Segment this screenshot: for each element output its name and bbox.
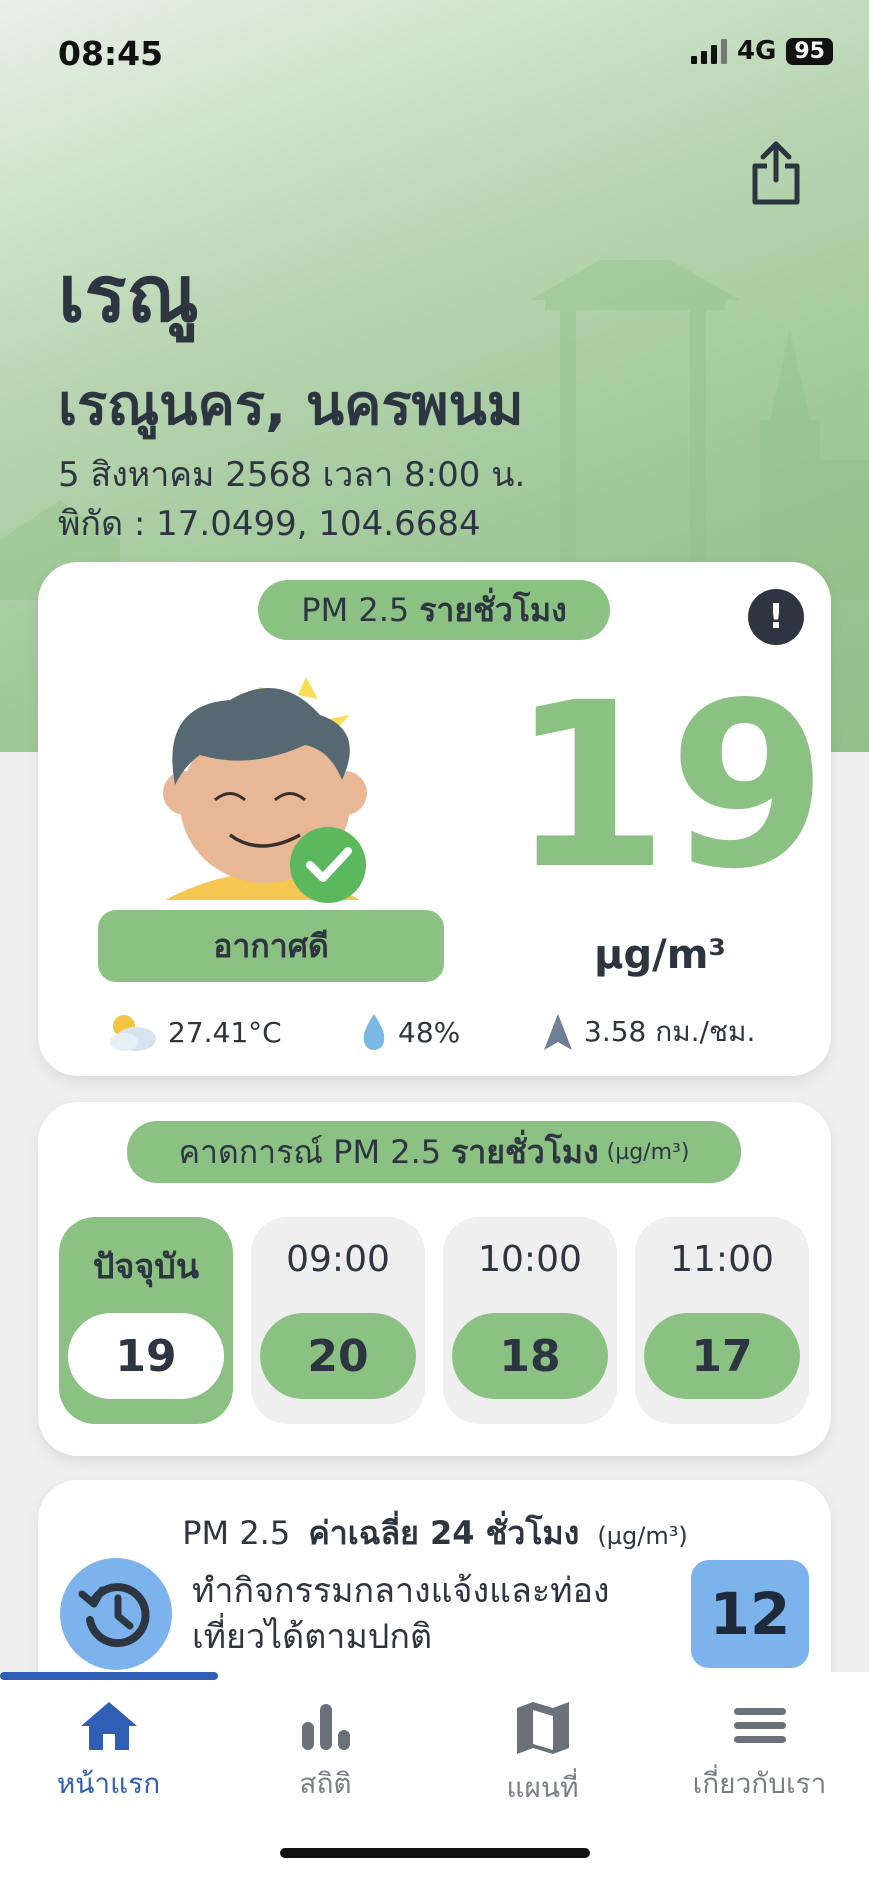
- menu-icon: [733, 1708, 786, 1743]
- forecast-pill-unit: (µg/m³): [606, 1139, 690, 1165]
- forecast-item-1000: 10:00 18: [443, 1217, 617, 1424]
- forecast-value: 17: [644, 1313, 800, 1399]
- tab-map[interactable]: แผนที่: [434, 1700, 651, 1804]
- status-bar: 08:45 4G 95: [0, 0, 869, 110]
- tab-label: แผนที่: [506, 1771, 579, 1804]
- pm-unit: µg/m³: [594, 932, 726, 978]
- forecast-time: ปัจจุบัน: [92, 1247, 200, 1287]
- info-button[interactable]: !: [748, 589, 804, 645]
- home-icon: [80, 1702, 137, 1750]
- status-time: 08:45: [58, 34, 164, 73]
- advice-line-1: ทำกิจกรรมกลางแจ้งและท่อง: [192, 1571, 610, 1611]
- forecast-value: 19: [68, 1313, 224, 1399]
- location-title: เรณู: [58, 250, 199, 340]
- date-time: 5 สิงหาคม 2568 เวลา 8:00 น.: [58, 455, 526, 495]
- average-title-prefix: PM 2.5: [182, 1514, 291, 1552]
- home-indicator: [280, 1848, 590, 1858]
- tab-about[interactable]: เกี่ยวกับเรา: [651, 1700, 868, 1800]
- forecast-item-now: ปัจจุบัน 19: [59, 1217, 233, 1424]
- map-icon: [516, 1702, 569, 1754]
- coordinates: พิกัด : 17.0499, 104.6684: [58, 504, 481, 544]
- average-title-unit: (µg/m³): [597, 1522, 688, 1550]
- forecast-pill: คาดการณ์ PM 2.5 รายชั่วโมง (µg/m³): [127, 1121, 741, 1183]
- battery-icon: 95: [786, 37, 833, 65]
- share-button[interactable]: [750, 140, 802, 206]
- water-drop-icon: [363, 1014, 385, 1050]
- wind-direction-icon: [544, 1014, 572, 1050]
- tab-home[interactable]: หน้าแรก: [0, 1700, 217, 1800]
- forecast-item-1100: 11:00 17: [635, 1217, 809, 1424]
- current-pm-pill-prefix: PM 2.5: [301, 591, 410, 629]
- temperature-value: 27.41°C: [168, 1015, 282, 1049]
- wind-item: 3.58 กม./ชม.: [542, 1010, 755, 1054]
- tab-statistics[interactable]: สถิติ: [217, 1700, 434, 1800]
- forecast-time: 10:00: [478, 1239, 582, 1280]
- partly-cloudy-icon: [110, 1015, 156, 1051]
- temperature-item: 27.41°C: [104, 1010, 282, 1054]
- average-title-bold: ค่าเฉลี่ย 24 ชั่วโมง: [308, 1514, 580, 1552]
- tab-label: เกี่ยวกับเรา: [692, 1767, 827, 1800]
- bar-chart-icon: [301, 1704, 350, 1750]
- advice-text: ทำกิจกรรมกลางแจ้งและท่อง เที่ยวได้ตามปกต…: [192, 1568, 672, 1660]
- pm-value: 19: [510, 653, 828, 919]
- share-icon: [752, 141, 800, 205]
- active-tab-indicator: [0, 1672, 218, 1680]
- air-quality-status: อากาศดี: [98, 910, 444, 982]
- status-indicators: 4G 95: [690, 36, 833, 66]
- location-subtitle: เรณูนคร, นครพนม: [58, 373, 524, 438]
- forecast-time: 11:00: [670, 1239, 774, 1280]
- forecast-item-0900: 09:00 20: [251, 1217, 425, 1424]
- forecast-value: 18: [452, 1313, 608, 1399]
- current-pm-pill: PM 2.5 รายชั่วโมง: [258, 580, 610, 640]
- tab-label: หน้าแรก: [56, 1767, 161, 1800]
- forecast-pill-prefix: คาดการณ์ PM 2.5: [178, 1132, 442, 1171]
- average-value: 12: [691, 1560, 809, 1668]
- advice-line-2: เที่ยวได้ตามปกติ: [192, 1617, 433, 1657]
- forecast-time: 09:00: [286, 1239, 390, 1280]
- current-pm-pill-bold: รายชั่วโมง: [419, 590, 567, 629]
- tab-label: สถิติ: [299, 1767, 352, 1800]
- network-type: 4G: [736, 36, 777, 66]
- humidity-item: 48%: [360, 1010, 460, 1054]
- history-button[interactable]: [60, 1558, 172, 1670]
- wind-value: 3.58 กม./ชม.: [584, 1015, 756, 1048]
- happy-face-avatar-icon: [163, 677, 367, 903]
- history-icon: [78, 1583, 150, 1648]
- signal-icon: [690, 38, 727, 64]
- forecast-pill-bold: รายชั่วโมง: [451, 1132, 599, 1171]
- humidity-value: 48%: [398, 1015, 461, 1049]
- forecast-value: 20: [260, 1313, 416, 1399]
- average-title: PM 2.5 ค่าเฉลี่ย 24 ชั่วโมง (µg/m³): [40, 1508, 830, 1559]
